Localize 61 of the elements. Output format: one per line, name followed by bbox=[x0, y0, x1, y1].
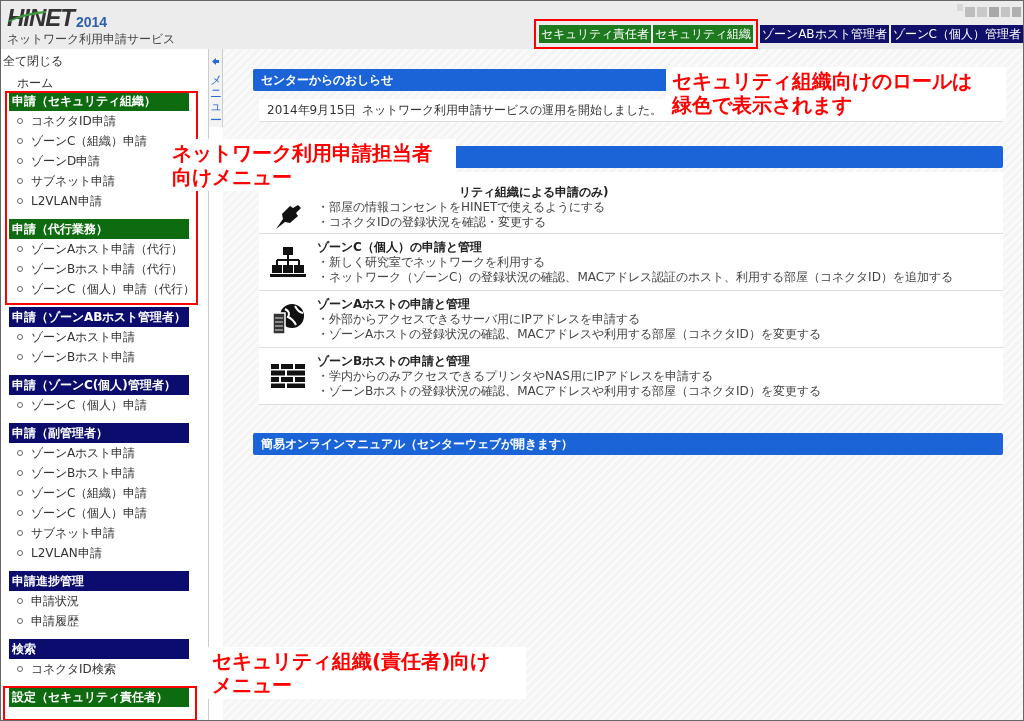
service-description: ・学内からのみアクセスできるプリンタやNAS用にIPアドレスを申請する bbox=[317, 369, 713, 384]
menu-item[interactable]: ゾーンC（個人）申請 bbox=[31, 504, 148, 522]
menu-tab[interactable]: メニュー bbox=[209, 49, 223, 127]
menu-item[interactable]: ゾーンBホスト申請 bbox=[31, 348, 136, 366]
service-title[interactable]: ゾーンC（個人）の申請と管理 bbox=[317, 239, 482, 255]
role-badge[interactable]: ゾーンC（個人）管理者 bbox=[890, 25, 1023, 43]
service-title[interactable]: ゾーンAホストの申請と管理 bbox=[317, 296, 471, 312]
menu-item[interactable]: 申請履歴 bbox=[31, 612, 79, 630]
menu-item[interactable]: ゾーンC（個人）申請（代行） bbox=[31, 280, 196, 298]
role-badge[interactable]: セキュリティ責任者 bbox=[539, 25, 652, 43]
role-badge[interactable]: セキュリティ組織 bbox=[653, 25, 754, 43]
menu-group-header[interactable]: 設定（セキュリティ責任者） bbox=[9, 687, 189, 707]
notice-text: ネットワーク利用申請サービスの運用を開始しました。 bbox=[362, 102, 663, 118]
notice-date: 2014年9月15日 bbox=[267, 102, 357, 118]
menu-item[interactable]: L2VLAN申請 bbox=[31, 192, 102, 210]
site-subtitle: ネットワーク利用申請サービス bbox=[7, 31, 175, 48]
manual-link[interactable]: 簡易オンラインマニュアル（センターウェブが開きます） bbox=[253, 433, 1003, 455]
role-badge[interactable]: ゾーンABホスト管理者 bbox=[760, 25, 889, 43]
service-description: ・ネットワーク（ゾーンC）の登録状況の確認、MACアドレス認証のホスト、利用する部屋（コネクタID）を追加する bbox=[317, 270, 953, 285]
service-description: ・部屋の情報コンセントをHINETで使えるようにする bbox=[317, 200, 606, 215]
menu-item[interactable]: ゾーンC（組織）申請 bbox=[31, 484, 148, 502]
plug-icon bbox=[274, 204, 302, 230]
home-link[interactable]: ホーム bbox=[17, 75, 53, 91]
menu-item[interactable]: L2VLAN申請 bbox=[31, 544, 102, 562]
menu-group-header[interactable]: 申請進捗管理 bbox=[9, 571, 189, 591]
logo-year: 2014 bbox=[76, 14, 108, 30]
service-description: ・ゾーンAホストの登録状況の確認、MACアドレスや利用する部屋（コネクタID）を変更する bbox=[317, 327, 821, 342]
annotation-callout: セキュリティ組織(責任者)向け メニュー bbox=[206, 647, 526, 699]
service-description: ・外部からアクセスできるサーバ用にIPアドレスを申請する bbox=[317, 312, 640, 327]
service-description: ・コネクタIDの登録状況を確認・変更する bbox=[317, 215, 546, 230]
globe-server-icon bbox=[271, 303, 305, 335]
menu-item[interactable]: コネクタID検索 bbox=[31, 660, 116, 678]
menu-item[interactable]: ゾーンC（組織）申請 bbox=[31, 132, 148, 150]
menu-group-header[interactable]: 申請（セキュリティ組織） bbox=[9, 91, 189, 111]
swoosh-icon bbox=[7, 10, 47, 22]
collapse-all-link[interactable]: 全て閉じる bbox=[3, 53, 63, 69]
menu-group-header[interactable]: 申請（代行業務） bbox=[9, 219, 189, 239]
service-description: ・新しく研究室でネットワークを利用する bbox=[317, 255, 545, 270]
menu-item[interactable]: ゾーンC（個人）申請 bbox=[31, 396, 148, 414]
brick-wall-icon bbox=[271, 364, 305, 388]
service-description: ・ゾーンBホストの登録状況の確認、MACアドレスや利用する部屋（コネクタID）を変更する bbox=[317, 384, 821, 399]
menu-item[interactable]: コネクタID申請 bbox=[31, 112, 116, 130]
service-title[interactable]: リティ組織による申請のみ) bbox=[459, 184, 609, 200]
blur-mosaic bbox=[957, 4, 1021, 18]
menu-item[interactable]: ゾーンBホスト申請（代行） bbox=[31, 260, 184, 278]
menu-group-header[interactable]: 申請（ゾーンABホスト管理者） bbox=[9, 307, 189, 327]
service-title[interactable]: ゾーンBホストの申請と管理 bbox=[317, 353, 471, 369]
network-icon bbox=[270, 246, 306, 278]
arrow-icon bbox=[211, 57, 220, 66]
menu-item[interactable]: 申請状況 bbox=[31, 592, 79, 610]
menu-item[interactable]: ゾーンAホスト申請 bbox=[31, 328, 136, 346]
menu-group-header[interactable]: 申請（ゾーンC(個人)管理者） bbox=[9, 375, 189, 395]
menu-item[interactable]: ゾーンAホスト申請 bbox=[31, 444, 136, 462]
menu-item[interactable]: ゾーンAホスト申請（代行） bbox=[31, 240, 184, 258]
menu-item[interactable]: ゾーンD申請 bbox=[31, 152, 101, 170]
menu-item[interactable]: サブネット申請 bbox=[31, 172, 115, 190]
menu-item[interactable]: ゾーンBホスト申請 bbox=[31, 464, 136, 482]
menu-group-header[interactable]: 申請（副管理者） bbox=[9, 423, 189, 443]
menu-group-header[interactable]: 検索 bbox=[9, 639, 189, 659]
annotation-callout: セキュリティ組織向けのロールは 緑色で表示されます bbox=[666, 67, 1006, 119]
menu-item[interactable]: サブネット申請 bbox=[31, 524, 115, 542]
